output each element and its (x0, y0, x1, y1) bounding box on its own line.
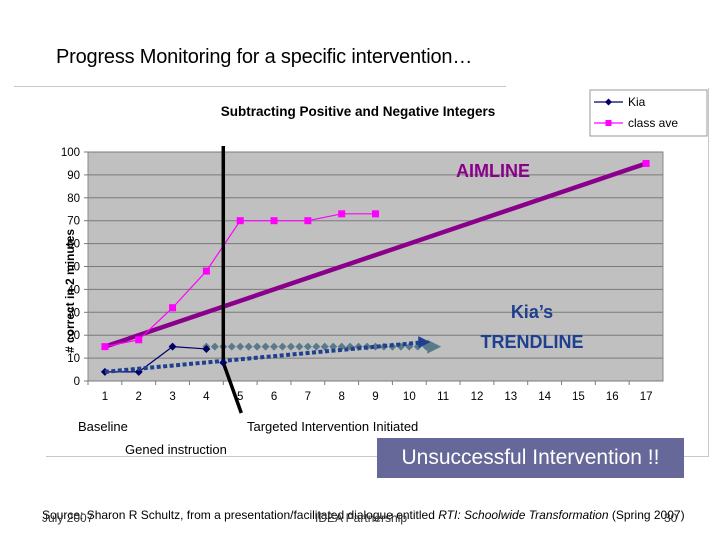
footer-org: IDEA Partnership (315, 511, 408, 525)
x-tick-label: 17 (640, 391, 653, 403)
class-ave-point (304, 217, 312, 225)
x-tick-label: 12 (471, 391, 484, 403)
x-tick-label: 1 (102, 391, 108, 403)
baseline-label: Baseline (78, 419, 128, 434)
x-tick-label: 2 (136, 391, 142, 403)
class-ave-point (169, 304, 177, 312)
trendline-label-line2: TRENDLINE (481, 332, 584, 352)
x-tick-label: 14 (538, 391, 551, 403)
y-tick-label: 90 (67, 170, 80, 182)
class-ave-point (202, 267, 210, 275)
x-tick-label: 3 (169, 391, 175, 403)
title-divider (14, 86, 506, 87)
x-tick-label: 13 (504, 391, 517, 403)
source-title: RTI: Schoolwide Transformation (438, 508, 609, 522)
footer-date: July 2007 (42, 511, 94, 525)
x-tick-label: 10 (403, 391, 416, 403)
slide-title: Progress Monitoring for a specific inter… (56, 46, 473, 68)
x-tick-label: 7 (305, 391, 311, 403)
chart-title: Subtracting Positive and Negative Intege… (221, 104, 496, 119)
trendline-label-line1: Kia’s (511, 302, 553, 322)
x-tick-label: 11 (437, 391, 449, 403)
y-tick-label: 10 (67, 353, 80, 365)
x-tick-label: 15 (572, 391, 585, 403)
unsuccessful-intervention-banner: Unsuccessful Intervention !! (377, 438, 684, 478)
class-ave-point (270, 217, 278, 225)
class-ave-point (338, 210, 346, 218)
aimline-label: AIMLINE (456, 161, 530, 181)
chart: Subtracting Positive and Negative Intege… (61, 89, 708, 414)
legend: Kia class ave (589, 89, 708, 137)
class-ave-point (101, 343, 109, 351)
x-tick-label: 6 (271, 391, 277, 403)
legend-class-label: class ave (628, 116, 678, 130)
targeted-intervention-label: Targeted Intervention Initiated (247, 419, 419, 434)
y-tick-label: 0 (74, 376, 80, 388)
x-tick-label: 8 (338, 391, 344, 403)
legend-kia-label: Kia (628, 95, 646, 109)
y-tick-label: 100 (61, 147, 80, 159)
class-ave-point (135, 336, 143, 344)
x-tick-label: 16 (606, 391, 619, 403)
legend-class-marker (605, 120, 612, 126)
y-tick-label: 70 (67, 216, 80, 228)
chart-frame: Subtracting Positive and Negative Intege… (46, 88, 709, 457)
gened-instruction-label: Gened instruction (125, 442, 227, 457)
page-number: 30 (664, 511, 678, 525)
y-axis-label: # correct in 2 minutes (63, 229, 77, 353)
x-tick-label: 9 (372, 391, 378, 403)
class-ave-point (236, 217, 244, 225)
y-tick-label: 80 (67, 193, 80, 205)
class-ave-point (372, 210, 379, 218)
class-ave-point (642, 159, 650, 167)
x-tick-label: 4 (203, 391, 210, 403)
